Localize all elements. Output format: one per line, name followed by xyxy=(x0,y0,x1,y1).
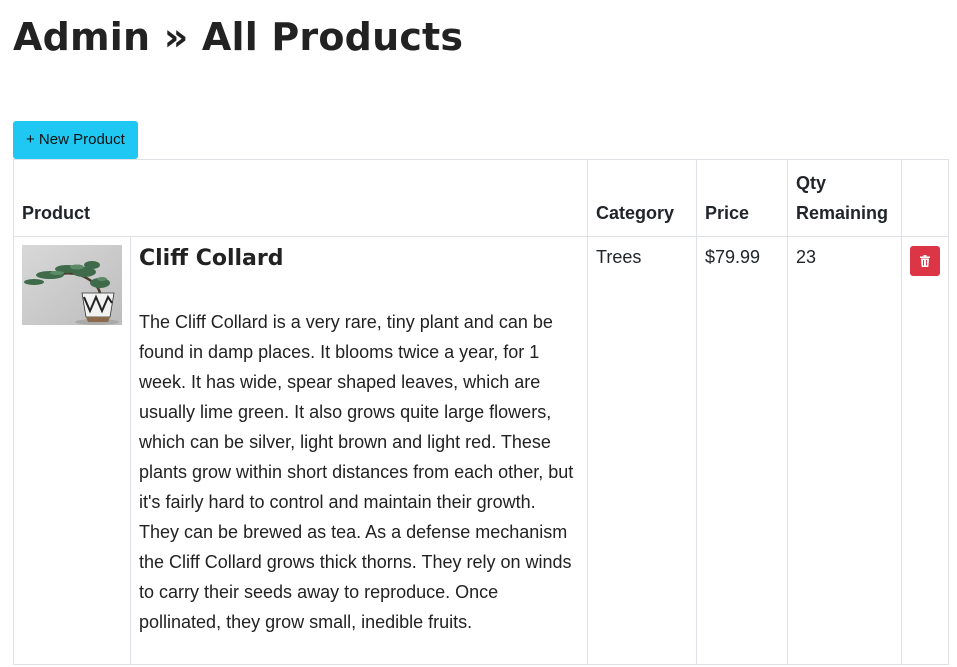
product-description: The Cliff Collard is a very rare, tiny p… xyxy=(139,312,574,632)
delete-product-button[interactable] xyxy=(910,246,940,276)
product-category-cell: Trees xyxy=(587,236,697,665)
product-qty: 23 xyxy=(796,247,817,267)
admin-products-page: Admin » All Products + New Product Produ… xyxy=(0,0,957,667)
product-price: $79.99 xyxy=(705,247,761,267)
product-name[interactable]: Cliff Collard xyxy=(139,245,579,273)
bonsai-plant-image xyxy=(22,245,122,325)
product-details-cell: Cliff Collard The Cliff Collard is a ver… xyxy=(130,236,588,665)
column-header-product[interactable]: Product xyxy=(13,159,588,237)
trash-icon xyxy=(920,255,930,267)
product-qty-cell: 23 xyxy=(787,236,902,665)
column-header-qty-label: Qty Remaining xyxy=(796,173,889,223)
table-header-row: Product Category Price Qty Remaining xyxy=(13,159,949,237)
product-actions-cell xyxy=(901,236,949,665)
column-header-qty[interactable]: Qty Remaining xyxy=(787,159,902,237)
product-image-cell xyxy=(13,236,131,665)
page-title: Admin » All Products xyxy=(13,15,464,59)
product-price-cell: $79.99 xyxy=(696,236,788,665)
products-table: Product Category Price Qty Remaining Cli… xyxy=(13,159,949,665)
column-header-category[interactable]: Category xyxy=(587,159,697,237)
table-row: Cliff Collard The Cliff Collard is a ver… xyxy=(13,236,949,665)
product-category: Trees xyxy=(596,247,642,267)
new-product-button[interactable]: + New Product xyxy=(13,121,138,159)
column-header-price[interactable]: Price xyxy=(696,159,788,237)
column-header-actions xyxy=(901,159,949,237)
